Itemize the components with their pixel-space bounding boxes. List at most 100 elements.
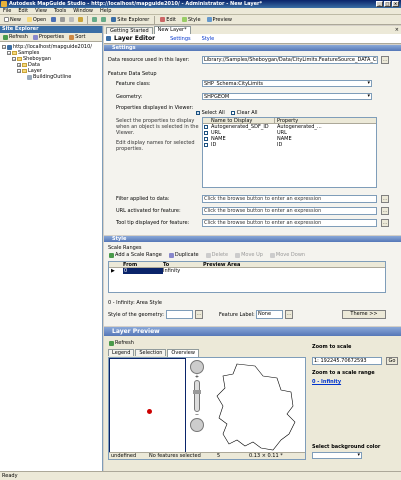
collapse-icon[interactable]: − [2, 45, 6, 49]
redo-icon[interactable] [101, 17, 107, 22]
tree-node-server[interactable]: − http://localhost/mapguide2010/ [2, 44, 100, 50]
maximize-button[interactable]: □ [384, 1, 391, 7]
style-link[interactable]: Style [202, 36, 215, 42]
save-icon[interactable] [51, 17, 57, 22]
data-resource-field[interactable]: Library://Samples/Sheboygan/Data/CityLim… [202, 56, 378, 64]
menu-file[interactable]: File [3, 8, 11, 14]
settings-link[interactable]: Settings [170, 36, 191, 42]
feature-label-label: Feature Label: [219, 312, 255, 318]
collapse-icon[interactable]: − [7, 51, 11, 55]
browse-resource-button[interactable]: … [381, 56, 389, 64]
table-row[interactable]: ID ID [203, 142, 376, 148]
undo-icon[interactable] [92, 17, 98, 22]
copy-icon[interactable] [69, 17, 75, 22]
geometry-style-browse-button[interactable]: … [195, 310, 203, 319]
layer-editor-icon [106, 36, 111, 41]
filter-field[interactable]: Click the browse button to enter an expr… [202, 195, 377, 203]
refresh-icon [109, 340, 114, 346]
preview-button[interactable]: Preview [206, 17, 233, 23]
close-tab-icon[interactable]: × [395, 27, 399, 33]
zoom-slider[interactable]: + − [189, 360, 205, 432]
duplicate-button[interactable]: Duplicate [168, 252, 200, 258]
filter-browse-button[interactable]: … [381, 195, 389, 203]
style-button[interactable]: Style [181, 17, 202, 23]
refresh-icon [3, 34, 8, 40]
expand-icon[interactable]: + [17, 63, 21, 67]
move-up-button[interactable]: Move Up [234, 252, 264, 258]
city-limits-map[interactable] [207, 362, 305, 454]
tree-node-buildingoutline[interactable]: BuildingOutline [2, 74, 100, 80]
property-checkbox[interactable] [204, 124, 208, 129]
delete-icon [205, 252, 211, 258]
folder-icon [22, 63, 27, 67]
new-button[interactable]: New [3, 17, 22, 23]
layer-preview-header[interactable]: Layer Preview [104, 327, 401, 336]
tooltip-browse-button[interactable]: … [381, 219, 389, 227]
property-checkbox[interactable] [204, 136, 208, 141]
minimize-button[interactable]: _ [376, 1, 383, 7]
select-all-checkbox[interactable]: Select All [196, 110, 225, 116]
zoom-track[interactable] [193, 380, 201, 412]
city-limits-outline [216, 363, 296, 451]
delete-button[interactable]: Delete [205, 252, 229, 258]
edit-button[interactable]: Edit [159, 17, 177, 23]
refresh-button[interactable]: Refresh [2, 34, 29, 40]
tab-getting-started[interactable]: Getting Started [106, 27, 153, 34]
collapse-icon[interactable]: − [17, 69, 21, 73]
sort-icon [69, 34, 75, 40]
preview-refresh-button[interactable]: Refresh [108, 340, 135, 346]
sort-button[interactable]: Sort [68, 34, 86, 40]
properties-grid[interactable]: Name to Display Property Autogenerated_S… [202, 117, 377, 188]
menu-edit[interactable]: Edit [18, 8, 28, 14]
go-button[interactable]: Go [386, 357, 398, 365]
feature-label-field[interactable]: None [256, 310, 283, 319]
feature-label-browse-button[interactable]: … [285, 310, 293, 319]
url-browse-button[interactable]: … [381, 207, 389, 215]
tab-legend[interactable]: Legend [108, 349, 135, 356]
style-pane: Scale Ranges Add a Scale Range Duplicate… [104, 242, 401, 326]
tab-overview[interactable]: Overview [167, 349, 199, 357]
geometry-style-label: Style of the geometry: [108, 312, 164, 318]
clear-all-checkbox[interactable]: Clear All [231, 110, 257, 116]
scale-range-grid[interactable]: From To Preview Area ▶ 0 Infinity [108, 261, 386, 293]
geometry-select[interactable]: SHPGEOM [202, 93, 372, 100]
pan-control-icon[interactable] [190, 360, 204, 374]
tooltip-field[interactable]: Click the browse button to enter an expr… [202, 219, 377, 227]
cut-icon[interactable] [60, 17, 66, 22]
feature-class-select[interactable]: SHP_Schema:CityLimits [202, 80, 372, 87]
paste-icon[interactable] [78, 17, 84, 22]
theme-button[interactable]: Theme >> [342, 310, 386, 319]
property-checkbox[interactable] [204, 130, 208, 135]
open-button[interactable]: Open [26, 17, 47, 23]
compass-icon[interactable] [190, 418, 204, 432]
add-scale-range-button[interactable]: Add a Scale Range [108, 252, 163, 258]
move-down-button[interactable]: Move Down [269, 252, 306, 258]
menu-window[interactable]: Window [73, 8, 93, 14]
collapse-icon[interactable]: − [12, 57, 16, 61]
close-button[interactable]: × [392, 1, 399, 7]
map-viewer[interactable]: + − undefined No features selected 5 0.1… [108, 357, 306, 460]
zoom-thumb[interactable] [193, 390, 201, 394]
properties-button[interactable]: Properties [32, 34, 65, 40]
zoom-out-icon[interactable]: − [189, 412, 205, 418]
site-explorer-button[interactable]: Site Explorer [110, 17, 150, 23]
tab-new-layer[interactable]: New Layer* [153, 26, 191, 34]
server-icon [7, 44, 12, 50]
geometry-style-field[interactable] [166, 310, 193, 319]
property-checkbox[interactable] [204, 142, 208, 147]
settings-pane: Data resource used in this layer: Librar… [104, 51, 401, 235]
menu-view[interactable]: View [35, 8, 47, 14]
scale-range-link[interactable]: 0 - Infinity [312, 379, 341, 385]
duplicate-icon [168, 252, 174, 258]
scale-input[interactable]: 1: 192245.70672593 [312, 357, 382, 365]
tab-selection[interactable]: Selection [135, 349, 167, 356]
toolbar-separator [154, 15, 156, 24]
overview-map[interactable] [109, 358, 186, 459]
table-row[interactable]: ▶ 0 Infinity [109, 268, 385, 274]
menu-tools[interactable]: Tools [54, 8, 66, 14]
app-icon [1, 1, 7, 7]
background-color-select[interactable] [312, 452, 362, 459]
site-explorer-panel: Site Explorer Refresh Properties Sort − h… [0, 26, 103, 471]
url-field[interactable]: Click the browse button to enter an expr… [202, 207, 377, 215]
menu-help[interactable]: Help [100, 8, 111, 14]
